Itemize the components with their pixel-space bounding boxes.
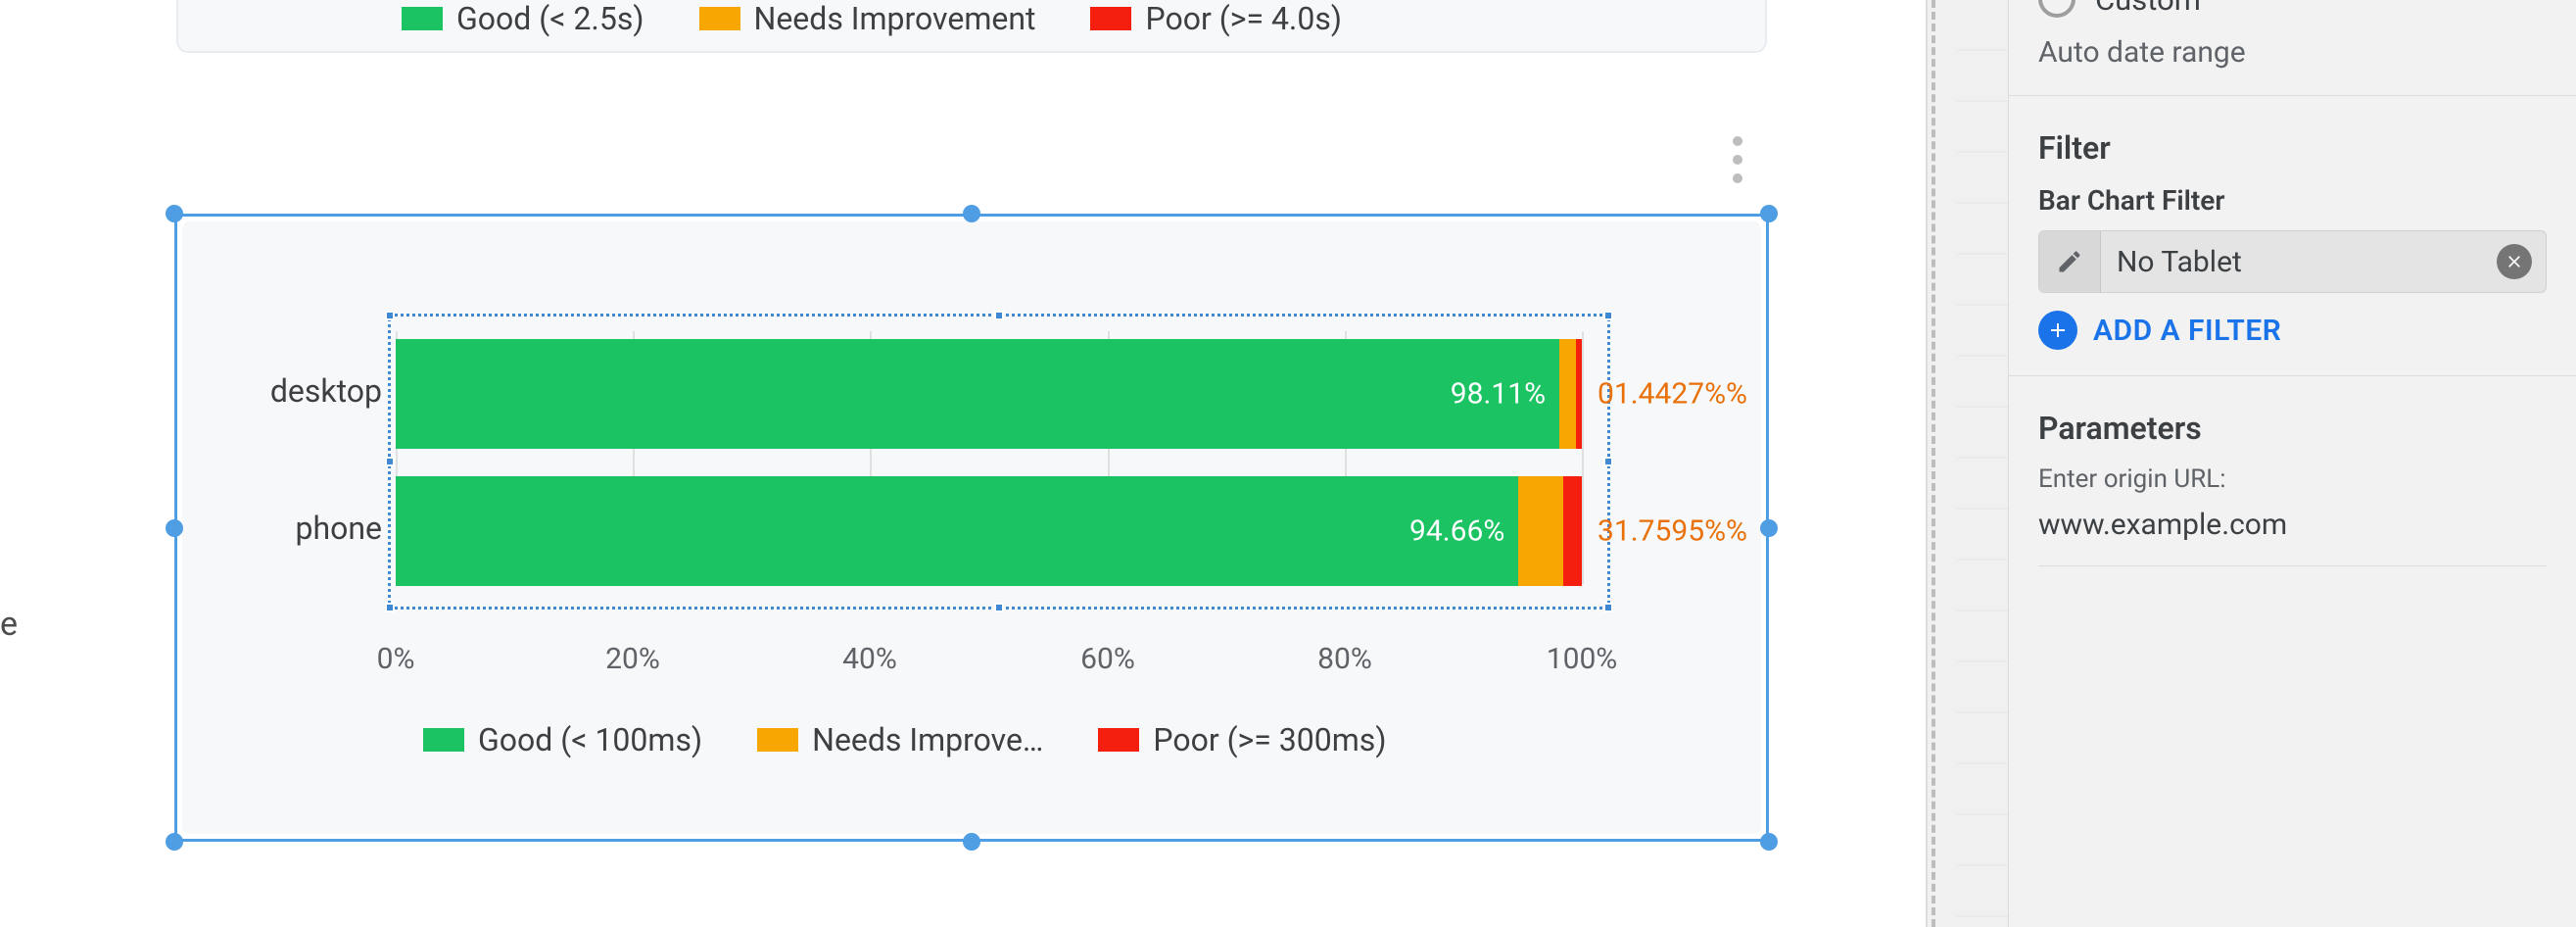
filter-chip-no-tablet[interactable]: No Tablet	[2038, 230, 2547, 293]
inner-handle-tr[interactable]	[1603, 311, 1613, 320]
ruler-ticks-bg	[1957, 0, 2008, 927]
legend-item-poor: Poor (>= 4.0s)	[1090, 0, 1342, 37]
bar-segment-good	[396, 339, 1559, 449]
canvas-edge	[1890, 0, 1928, 927]
resize-handle-tr[interactable]	[1760, 205, 1778, 222]
category-label-phone: phone	[186, 510, 382, 547]
legend-label: Needs Improvement	[754, 0, 1036, 37]
pencil-icon[interactable]	[2039, 231, 2101, 292]
axis-tick: 60%	[1080, 642, 1135, 676]
divider	[2038, 565, 2547, 566]
bar-chart-legend: Good (< 100ms) Needs Improve… Poor (>= 3…	[423, 721, 1386, 758]
radio-icon	[2038, 0, 2075, 18]
inner-handle-bl[interactable]	[385, 603, 395, 612]
legend-label: Good (< 2.5s)	[456, 0, 644, 37]
parameters-hint: Enter origin URL:	[2038, 464, 2547, 494]
bar-row-desktop: 98.11% 01.4427%%	[396, 339, 1582, 449]
legend-label: Needs Improve…	[812, 721, 1043, 758]
resize-handle-mr[interactable]	[1760, 519, 1778, 537]
bar-label-good: 94.66%	[1409, 514, 1504, 549]
add-filter-button[interactable]: ADD A FILTER	[2038, 311, 2547, 350]
legend-item-needs-improvement: Needs Improvement	[699, 0, 1036, 37]
bar-segment-ni	[1518, 476, 1563, 586]
close-icon[interactable]	[2497, 244, 2532, 279]
legend-item-poor: Poor (>= 300ms)	[1098, 721, 1386, 758]
plus-icon	[2038, 311, 2077, 350]
bar-label-overflow: 31.7595%%	[1598, 514, 1747, 549]
axis-tick: 80%	[1317, 642, 1372, 676]
legend-swatch-poor	[1098, 728, 1139, 752]
upper-chart-legend: Good (< 2.5s) Needs Improvement Poor (>=…	[402, 0, 1342, 37]
inner-handle-br[interactable]	[1603, 603, 1613, 612]
legend-label: Poor (>= 300ms)	[1153, 721, 1386, 758]
legend-item-needs-improvement: Needs Improve…	[757, 721, 1043, 758]
filter-subtitle: Bar Chart Filter	[2038, 184, 2547, 217]
bar-label-overflow: 01.4427%%	[1598, 377, 1747, 412]
legend-label: Poor (>= 4.0s)	[1145, 0, 1342, 37]
inner-handle-tl[interactable]	[385, 311, 395, 320]
resize-handle-tm[interactable]	[963, 205, 980, 222]
bar-row-phone: 94.66% 31.7595%%	[396, 476, 1582, 586]
date-range-custom-radio[interactable]: Custom	[2038, 0, 2547, 18]
legend-swatch-ni	[757, 728, 798, 752]
legend-swatch-good	[423, 728, 464, 752]
legend-item-good: Good (< 2.5s)	[402, 0, 644, 37]
resize-handle-ml[interactable]	[166, 519, 183, 537]
inner-handle-ml[interactable]	[385, 457, 395, 466]
inner-handle-bm[interactable]	[994, 603, 1004, 612]
gridline	[1582, 331, 1584, 584]
resize-handle-bl[interactable]	[166, 833, 183, 851]
legend-label: Good (< 100ms)	[478, 721, 702, 758]
bar-segment-ni	[1559, 339, 1576, 449]
resize-handle-bm[interactable]	[963, 833, 980, 851]
resize-handle-br[interactable]	[1760, 833, 1778, 851]
origin-url-input[interactable]: www.example.com	[2038, 502, 2547, 542]
legend-item-good: Good (< 100ms)	[423, 721, 702, 758]
properties-side-panel: Custom Auto date range Filter Bar Chart …	[2008, 0, 2576, 927]
canvas-ruler-area	[1890, 0, 2008, 927]
canvas-guide-line	[1932, 0, 1935, 927]
legend-swatch-poor	[1090, 7, 1131, 30]
cropped-text-fragment: e	[0, 605, 18, 644]
more-options-icon[interactable]	[1716, 130, 1759, 189]
parameters-section-title: Parameters	[2038, 410, 2547, 447]
axis-tick: 20%	[605, 642, 660, 676]
axis-tick: 40%	[842, 642, 897, 676]
legend-swatch-good	[402, 7, 443, 30]
bar-segment-poor	[1563, 476, 1582, 586]
bar-segment-poor	[1576, 339, 1582, 449]
auto-date-range-text[interactable]: Auto date range	[2038, 35, 2547, 70]
add-filter-label: ADD A FILTER	[2093, 314, 2281, 348]
resize-handle-tl[interactable]	[166, 205, 183, 222]
inner-handle-mr[interactable]	[1603, 457, 1613, 466]
category-label-desktop: desktop	[186, 372, 382, 410]
legend-swatch-ni	[699, 7, 740, 30]
inner-handle-tm[interactable]	[994, 311, 1004, 320]
axis-tick: 0%	[377, 642, 415, 676]
bar-label-good: 98.11%	[1451, 377, 1546, 412]
radio-label: Custom	[2095, 0, 2201, 18]
bar-segment-good	[396, 476, 1518, 586]
filter-section-title: Filter	[2038, 129, 2547, 167]
axis-tick: 100%	[1547, 642, 1618, 676]
bar-chart-plot: 98.11% 01.4427%% 94.66% 31.7595%%	[396, 331, 1582, 584]
filter-chip-label: No Tablet	[2101, 245, 2497, 279]
